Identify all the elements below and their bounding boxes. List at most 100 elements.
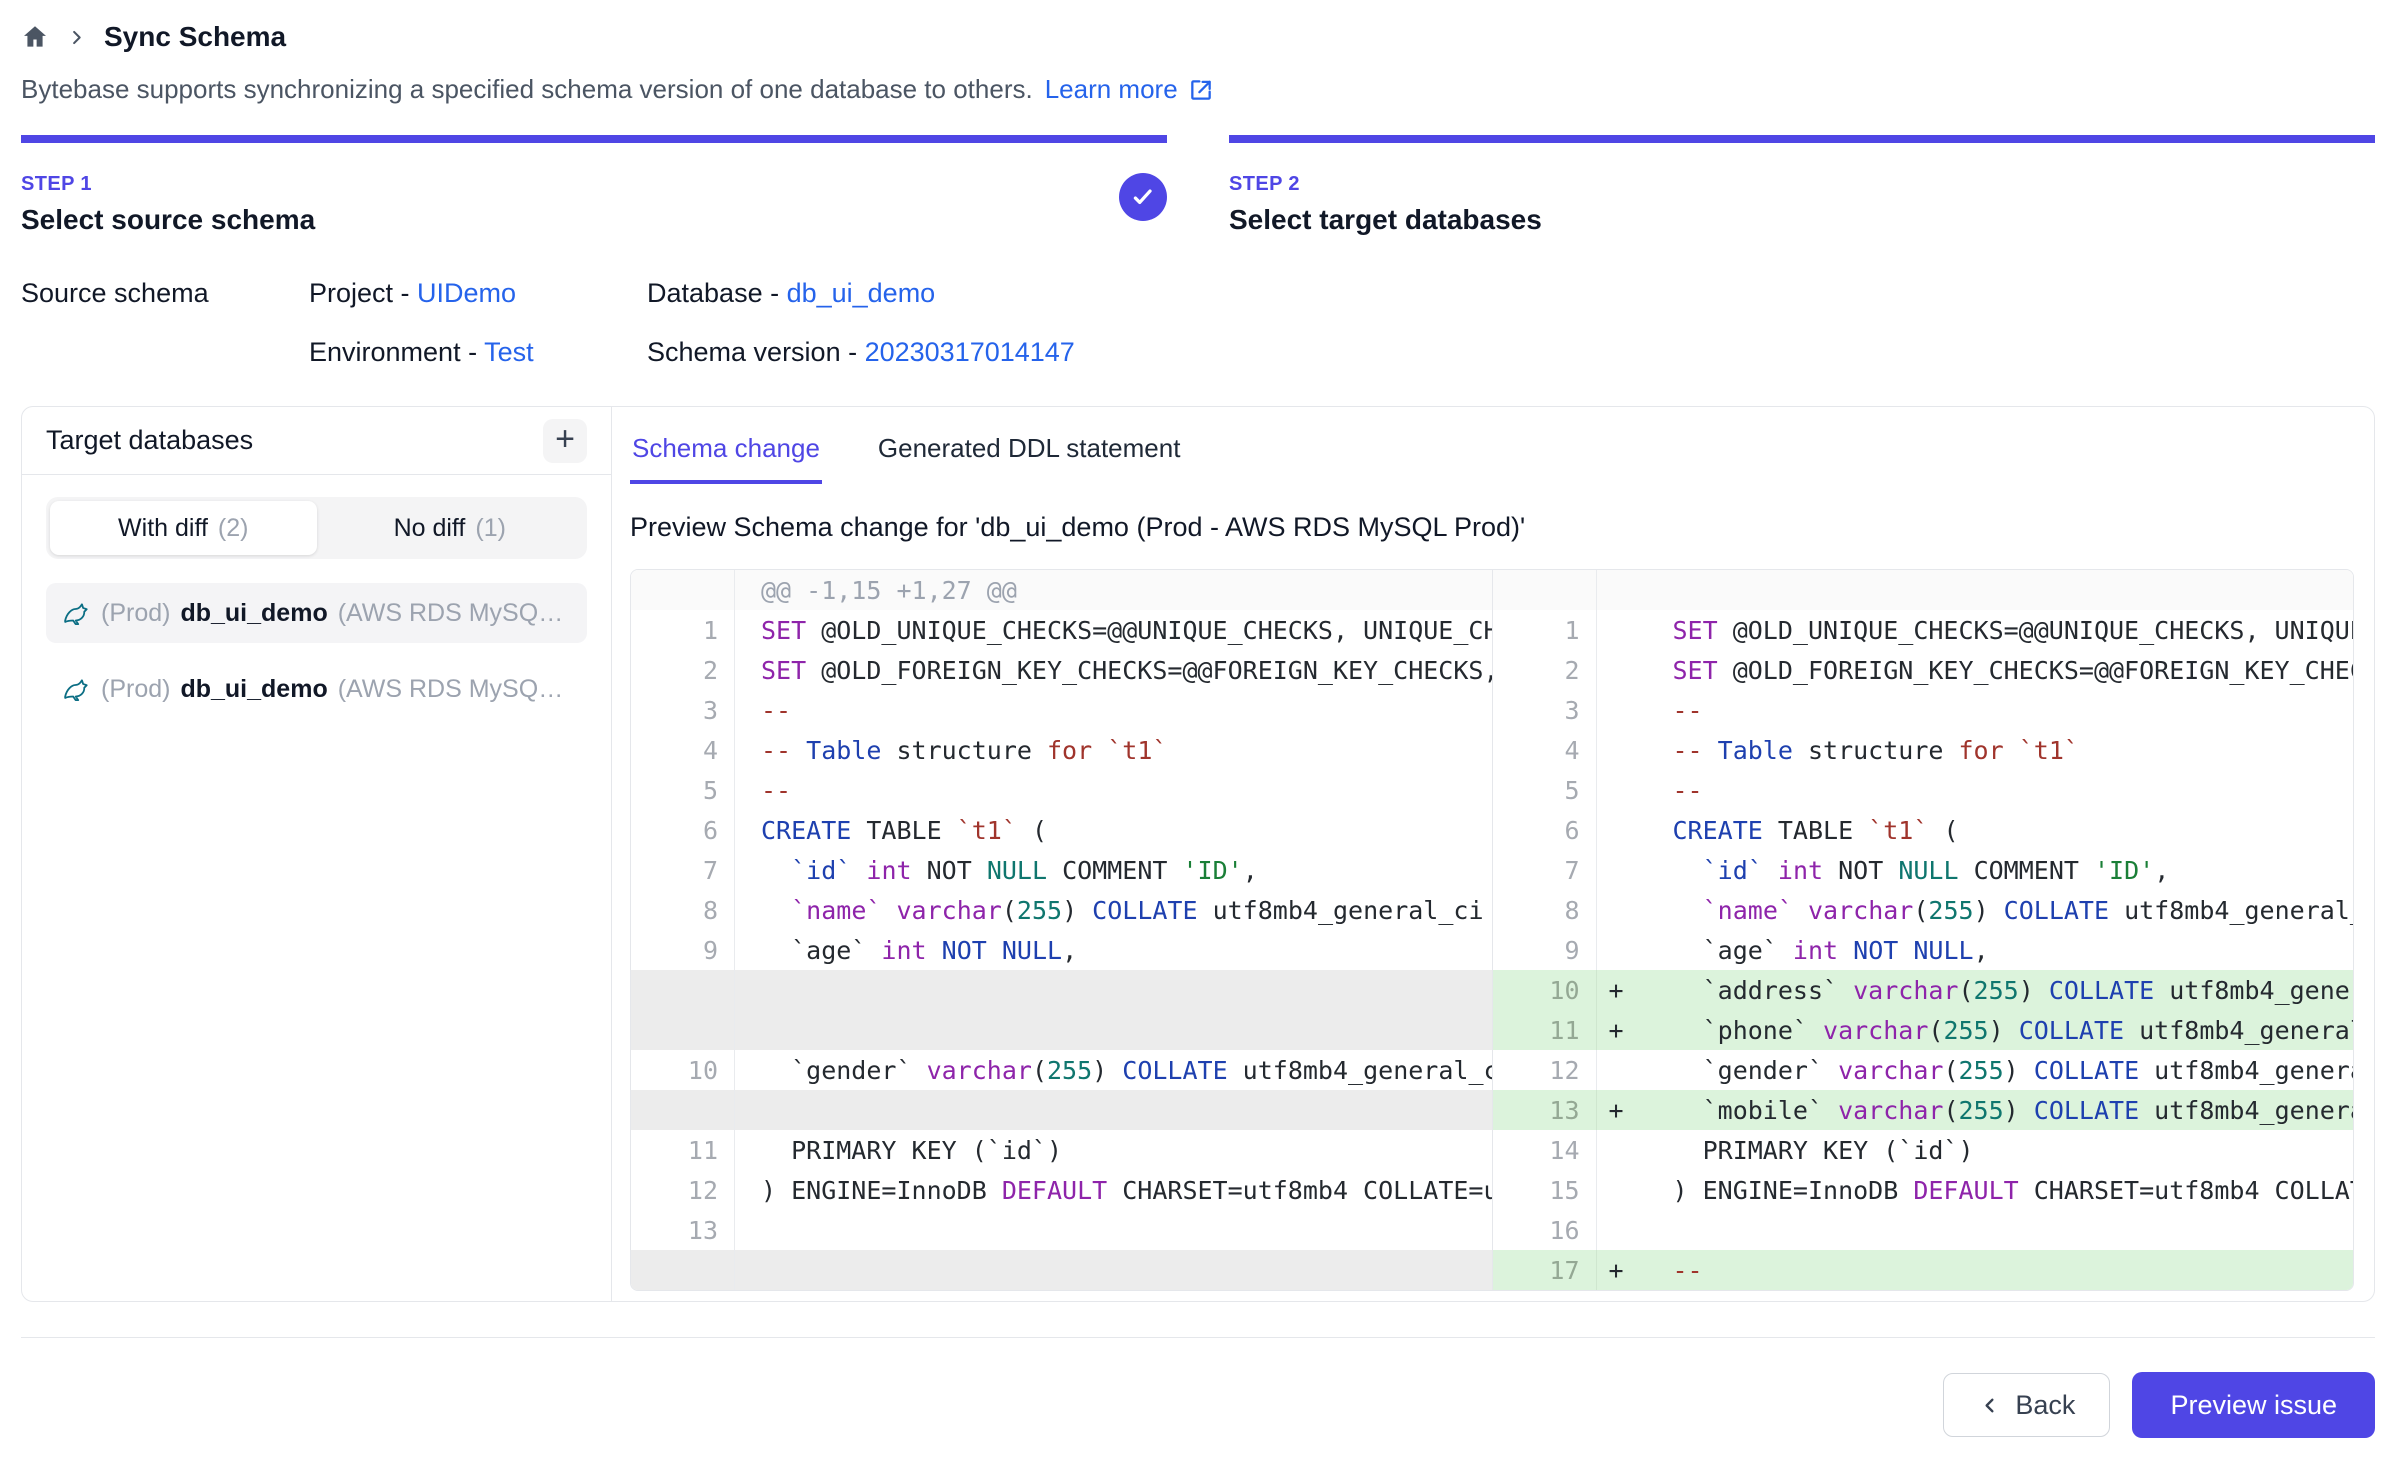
line-number: 6 [631, 810, 735, 850]
diff-row: 9 `age` int NOT NULL, [631, 930, 1492, 970]
add-target-database-button[interactable]: + [543, 419, 587, 463]
tab-with-diff-label: With diff [118, 514, 208, 543]
code-line [735, 970, 1492, 1010]
step-1-progress-bar [21, 135, 1167, 143]
line-number: 5 [631, 770, 735, 810]
code-line: SET @OLD_UNIQUE_CHECKS=@@UNIQUE_CHECKS, … [1645, 610, 2354, 650]
tab-no-diff[interactable]: No diff (1) [317, 501, 584, 555]
diff-row: 4-- Table structure for `t1` [631, 730, 1492, 770]
preview-issue-button[interactable]: Preview issue [2132, 1372, 2375, 1438]
diff-added-row: 13+ `mobile` varchar(255) COLLATE utf8mb… [1493, 1090, 2354, 1130]
schema-diff-viewer[interactable]: @@ -1,15 +1,27 @@1SET @OLD_UNIQUE_CHECKS… [630, 569, 2354, 1291]
diff-row: 2SET @OLD_FOREIGN_KEY_CHECKS=@@FOREIGN_K… [631, 650, 1492, 690]
diff-row: @@ -1,15 +1,27 @@ [631, 570, 1492, 610]
back-button[interactable]: Back [1943, 1373, 2110, 1437]
sync-schema-page: Sync Schema Bytebase supports synchroniz… [0, 0, 2396, 1438]
line-number: 4 [631, 730, 735, 770]
code-line: `gender` varchar(255) COLLATE utf8mb4_ge… [735, 1050, 1492, 1090]
line-number: 2 [1493, 650, 1597, 690]
code-line: `id` int NOT NULL COMMENT 'ID', [1645, 850, 2354, 890]
database-instance-suffix: (AWS RDS MySQL Prod) [338, 599, 573, 628]
diff-row: 14 PRIMARY KEY (`id`) [1493, 1130, 2354, 1170]
intro-description: Bytebase supports synchronizing a specif… [21, 74, 1033, 105]
code-line: PRIMARY KEY (`id`) [735, 1130, 1492, 1170]
code-line: SET @OLD_UNIQUE_CHECKS=@@UNIQUE_CHECKS, … [735, 610, 1492, 650]
diff-row: 1SET @OLD_UNIQUE_CHECKS=@@UNIQUE_CHECKS,… [1493, 610, 2354, 650]
tab-generated-ddl[interactable]: Generated DDL statement [876, 423, 1183, 484]
source-schema-summary: Source schema Project - UIDemo Database … [21, 278, 2375, 368]
schema-version-link[interactable]: 20230317014147 [865, 337, 1075, 367]
line-number: 8 [631, 890, 735, 930]
line-number: 17 [1493, 1250, 1597, 1290]
target-databases-header: Target databases + [22, 407, 611, 475]
code-line: CREATE TABLE `t1` ( [1645, 810, 2354, 850]
database-environment: (Prod) [101, 675, 170, 704]
code-line [735, 1210, 1492, 1250]
diff-added-row: 10+ `address` varchar(255) COLLATE utf8m… [1493, 970, 2354, 1010]
line-number [631, 1010, 735, 1050]
environment-link[interactable]: Test [484, 337, 534, 367]
diff-row: 2SET @OLD_FOREIGN_KEY_CHECKS=@@FOREIGN_K… [1493, 650, 2354, 690]
code-line: -- [1645, 770, 2354, 810]
step-1: STEP 1 Select source schema [21, 135, 1167, 236]
code-line: -- Table structure for `t1` [735, 730, 1492, 770]
code-line: -- Table structure for `t1` [1645, 730, 2354, 770]
diff-row: 4 -- Table structure for `t1` [1493, 730, 2354, 770]
line-number: 13 [1493, 1090, 1597, 1130]
diff-pane-old: @@ -1,15 +1,27 @@1SET @OLD_UNIQUE_CHECKS… [631, 570, 1493, 1290]
source-schema-label: Source schema [21, 278, 309, 309]
line-number: 7 [631, 850, 735, 890]
line-number: 9 [1493, 930, 1597, 970]
line-number: 3 [1493, 690, 1597, 730]
target-database-item[interactable]: (Prod)db_ui_demo(AWS RDS MySQL Prod) [46, 583, 587, 643]
external-link-icon [1188, 77, 1214, 103]
diff-added-row: 11+ `phone` varchar(255) COLLATE utf8mb4… [1493, 1010, 2354, 1050]
footer-divider [21, 1337, 2375, 1338]
code-line: ) ENGINE=InnoDB DEFAULT CHARSET=utf8mb4 … [735, 1170, 1492, 1210]
diff-pane-new: 1SET @OLD_UNIQUE_CHECKS=@@UNIQUE_CHECKS,… [1493, 570, 2354, 1290]
diff-row: 10 `gender` varchar(255) COLLATE utf8mb4… [631, 1050, 1492, 1090]
diff-row [1493, 570, 2354, 610]
back-button-label: Back [2015, 1390, 2075, 1421]
source-field-project: Project - UIDemo [309, 278, 647, 309]
code-line: `id` int NOT NULL COMMENT 'ID', [735, 850, 1492, 890]
line-number: 8 [1493, 890, 1597, 930]
code-line: CREATE TABLE `t1` ( [735, 810, 1492, 850]
code-line: -- [1645, 1250, 2354, 1290]
source-field-database: Database - db_ui_demo [647, 278, 2375, 309]
project-link[interactable]: UIDemo [417, 278, 516, 308]
step-1-completed-badge [1119, 173, 1167, 221]
code-line: `phone` varchar(255) COLLATE utf8mb4_gen… [1645, 1010, 2354, 1050]
diff-marker [1597, 810, 1645, 850]
home-icon[interactable] [21, 23, 49, 51]
learn-more-label: Learn more [1045, 74, 1178, 105]
diff-marker [1597, 610, 1645, 650]
diff-filter-tabs: With diff (2) No diff (1) [46, 497, 587, 559]
database-link[interactable]: db_ui_demo [787, 278, 936, 308]
diff-row: 5-- [1493, 770, 2354, 810]
code-line: SET @OLD_FOREIGN_KEY_CHECKS=@@FOREIGN_KE… [735, 650, 1492, 690]
line-number: 4 [1493, 730, 1597, 770]
tab-with-diff-count: (2) [218, 514, 249, 543]
learn-more-link[interactable]: Learn more [1045, 74, 1214, 105]
code-line: ) ENGINE=InnoDB DEFAULT CHARSET=utf8mb4 … [1645, 1170, 2354, 1210]
diff-row: 7 `id` int NOT NULL COMMENT 'ID', [631, 850, 1492, 890]
diff-marker [1597, 1050, 1645, 1090]
diff-row: 8 `name` varchar(255) COLLATE utf8mb4_ge… [631, 890, 1492, 930]
diff-row: 6CREATE TABLE `t1` ( [631, 810, 1492, 850]
chevron-right-icon [67, 28, 86, 47]
tab-with-diff[interactable]: With diff (2) [50, 501, 317, 555]
diff-marker [1597, 770, 1645, 810]
line-number: 7 [1493, 850, 1597, 890]
diff-marker [1597, 1210, 1645, 1250]
code-line: @@ -1,15 +1,27 @@ [735, 570, 1492, 610]
code-line: -- [735, 770, 1492, 810]
main-card: Target databases + With diff (2) No diff… [21, 406, 2375, 1302]
diff-marker [1597, 730, 1645, 770]
diff-row: 12 `gender` varchar(255) COLLATE utf8mb4… [1493, 1050, 2354, 1090]
step-2: STEP 2 Select target databases [1229, 135, 2375, 236]
target-database-item[interactable]: (Prod)db_ui_demo(AWS RDS MySQL Prod) [46, 659, 587, 719]
target-databases-panel: Target databases + With diff (2) No diff… [22, 407, 612, 1301]
tab-schema-change[interactable]: Schema change [630, 423, 822, 484]
mysql-icon [60, 598, 91, 629]
